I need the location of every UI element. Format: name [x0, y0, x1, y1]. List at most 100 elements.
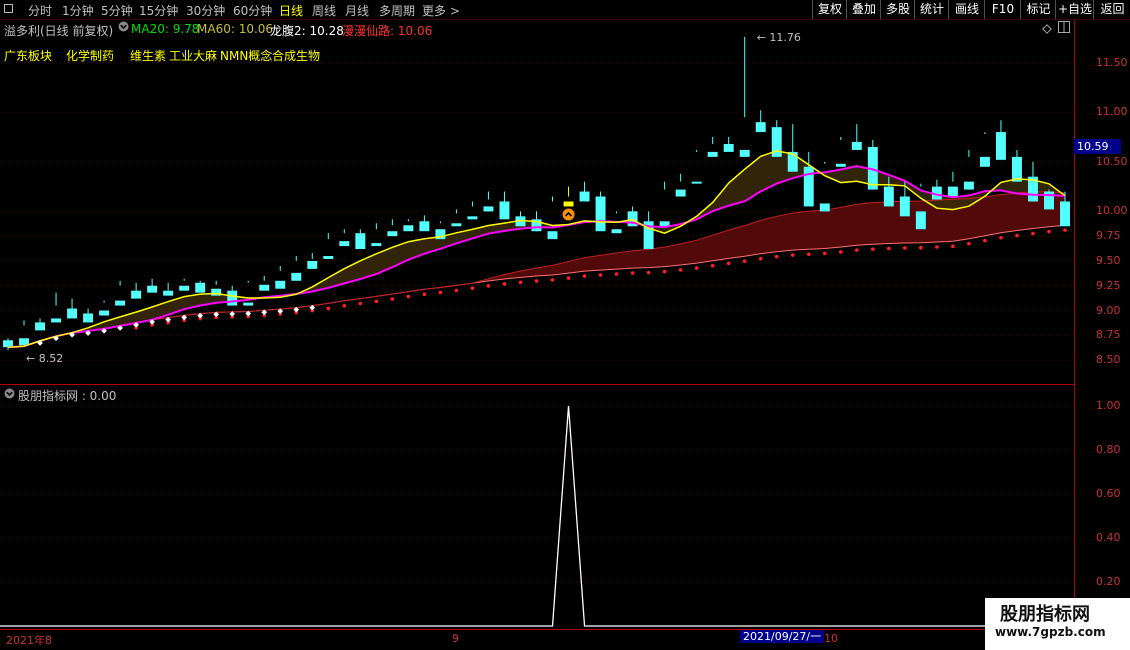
candle-body-35 [563, 201, 574, 207]
period-toolbar: 分时 1分钟 5分钟 15分钟 30分钟 60分钟 日线 周线 月线 多周期 更多 > 复权 叠加 多股… [0, 0, 1130, 20]
support-dot-55 [887, 246, 891, 251]
candle-body-20 [323, 256, 334, 259]
support-dot-42 [678, 268, 683, 272]
candle-body-53 [851, 142, 862, 150]
support-dot-37 [598, 273, 603, 277]
support-dot-47 [758, 256, 763, 261]
support-dot-21 [342, 303, 347, 308]
support-dot-30 [486, 284, 491, 288]
support-dot-46 [742, 259, 747, 264]
candle-body-19 [307, 260, 318, 269]
period-tab-8[interactable]: 月线 [345, 2, 369, 19]
candle-body-3 [51, 318, 62, 323]
toolbar-button-6[interactable]: 标记 [1020, 0, 1056, 19]
candle-body-63 [1011, 156, 1022, 182]
current-price-box: 10.59 [1074, 139, 1121, 154]
support-dot-22 [358, 301, 363, 306]
candle-body-49 [787, 151, 798, 172]
candle-body-8 [131, 290, 142, 299]
candle-body-14 [227, 290, 238, 306]
toolbar-button-4[interactable]: 画线 [948, 0, 985, 19]
support-dot-29 [470, 286, 475, 290]
candle-body-42 [675, 189, 686, 197]
toolbar-button-7[interactable]: +自选 [1055, 0, 1094, 19]
time-axis: 2021年8 9 10 [0, 629, 1075, 647]
candle-body-45 [723, 143, 734, 152]
candle-body-15 [243, 302, 254, 306]
support-dot-32 [518, 280, 523, 285]
support-dot-24 [390, 297, 395, 301]
candle-body-31 [499, 201, 510, 220]
support-dot-51 [822, 251, 827, 256]
support-dot-40 [646, 270, 651, 275]
x-label-aug: 2021年8 [6, 634, 52, 647]
candle-body-10 [163, 290, 174, 296]
period-tab-7[interactable]: 周线 [312, 2, 336, 19]
support-dot-50 [806, 252, 811, 256]
toolbar-button-3[interactable]: 统计 [914, 0, 949, 19]
toolbar-button-0[interactable]: 复权 [812, 0, 847, 19]
ind-y-tick-3: 0.40 [1096, 531, 1121, 544]
candle-body-34 [547, 231, 558, 240]
candle-body-66 [1060, 201, 1070, 227]
period-tab-3[interactable]: 15分钟 [139, 2, 178, 19]
support-dot-25 [406, 294, 411, 299]
period-tab-0[interactable]: 分时 [28, 2, 52, 19]
candle-body-52 [835, 163, 846, 167]
candle-body-26 [419, 221, 430, 232]
support-dot-20 [326, 306, 331, 311]
candle-body-17 [275, 280, 286, 289]
toolbar-button-5[interactable]: F10 [984, 0, 1021, 19]
ind-y-tick-4: 0.20 [1096, 575, 1121, 588]
support-dot-28 [454, 288, 459, 293]
candle-body-43 [691, 181, 702, 184]
candle-body-16 [259, 284, 270, 291]
indicator-title: 股朋指标网 : 0.00 [18, 389, 117, 403]
period-tab-6[interactable]: 日线 [279, 2, 303, 19]
candle-body-46 [739, 149, 750, 157]
y-tick-4: 9.75 [1096, 229, 1121, 243]
candle-body-21 [339, 241, 350, 247]
ind-y-tick-1: 0.80 [1096, 443, 1121, 456]
support-dot-62 [999, 235, 1003, 240]
support-dot-44 [710, 263, 715, 268]
candle-body-12 [195, 282, 206, 293]
period-tab-9[interactable]: 多周期 [379, 2, 415, 19]
support-dot-48 [774, 254, 779, 259]
support-dot-57 [919, 245, 923, 250]
candle-body-47 [755, 122, 766, 133]
support-dot-53 [855, 248, 859, 252]
watermark: 股朋指标网 www.7gpzb.com [985, 598, 1130, 650]
high-label: ← 11.76 [757, 31, 801, 44]
period-tab-10[interactable]: 更多 > [422, 2, 460, 19]
support-dot-52 [838, 250, 843, 254]
y-tick-2: 10.50 [1096, 154, 1128, 168]
candle-body-22 [355, 233, 366, 250]
period-tab-2[interactable]: 5分钟 [101, 2, 133, 19]
candle-body-51 [819, 203, 830, 212]
candle-body-25 [403, 225, 414, 232]
support-dot-56 [903, 246, 907, 250]
cursor-date-box: 2021/09/27/一 [740, 630, 825, 643]
candle-body-23 [371, 243, 382, 247]
indicator-chart[interactable] [0, 386, 1075, 629]
window-icon[interactable] [4, 4, 13, 13]
toolbar-button-1[interactable]: 叠加 [846, 0, 881, 19]
period-tab-1[interactable]: 1分钟 [62, 2, 94, 19]
indicator-chevron-icon[interactable] [4, 388, 15, 402]
toolbar-button-8[interactable]: 返回 [1093, 0, 1130, 19]
toolbar-button-2[interactable]: 多股 [880, 0, 915, 19]
candle-body-37 [595, 196, 606, 232]
candle-body-2 [35, 322, 45, 331]
candle-body-62 [995, 132, 1006, 160]
period-tab-5[interactable]: 60分钟 [233, 2, 272, 19]
period-tab-4[interactable]: 30分钟 [186, 2, 225, 19]
indicator-line [0, 405, 1075, 627]
support-dot-31 [502, 282, 507, 286]
candle-body-29 [467, 216, 478, 220]
candle-body-55 [883, 186, 894, 207]
candle-body-5 [83, 313, 94, 323]
candlestick-chart[interactable]: ← 11.76 ← 8.52 [0, 20, 1075, 384]
support-dot-61 [983, 238, 987, 243]
support-dot-39 [630, 271, 635, 275]
